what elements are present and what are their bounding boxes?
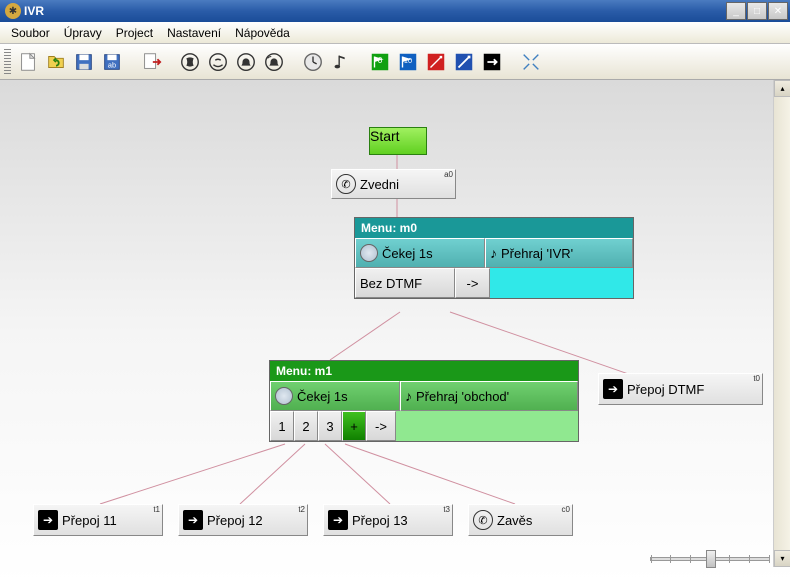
call-ring-icon[interactable]	[204, 48, 232, 76]
minimize-button[interactable]: _	[726, 2, 746, 20]
phone-icon: ✆	[336, 174, 356, 194]
note-icon[interactable]	[327, 48, 355, 76]
arrow-icon: ➔	[603, 379, 623, 399]
crosshair-icon[interactable]	[517, 48, 545, 76]
arrow-icon: ➔	[183, 510, 203, 530]
menu-m1[interactable]: Menu: m1 Čekej 1s ♪ Přehraj 'obchod' 1 2…	[269, 360, 579, 442]
app-icon: ✱	[5, 3, 21, 19]
node-prepoj-13[interactable]: t3 ➔ Přepoj 13	[323, 504, 453, 536]
titlebar: ✱ IVR _ □ ✕	[0, 0, 790, 22]
close-button[interactable]: ✕	[768, 2, 788, 20]
node-start[interactable]: Start	[369, 127, 427, 155]
slider-thumb[interactable]	[706, 550, 716, 568]
menu-m0[interactable]: Menu: m0 Čekej 1s ♪ Přehraj 'IVR' Bez DT…	[354, 217, 634, 299]
clock-icon	[275, 387, 293, 405]
arrow-out-icon[interactable]	[450, 48, 478, 76]
node-corner-label: t2	[298, 505, 305, 514]
app-window: ✱ IVR _ □ ✕ Soubor Úpravy Project Nastav…	[0, 0, 790, 584]
prepoj-11-label: Přepoj 11	[62, 513, 117, 528]
scroll-up-button[interactable]: ▴	[774, 80, 790, 97]
m0-cekej[interactable]: Čekej 1s	[355, 238, 485, 268]
export-icon[interactable]	[137, 48, 165, 76]
note-icon: ♪	[405, 388, 412, 404]
prepoj-dtmf-label: Přepoj DTMF	[627, 382, 704, 397]
m1-opt-arrow[interactable]: ->	[366, 411, 396, 441]
menubar: Soubor Úpravy Project Nastavení Nápověda	[0, 22, 790, 44]
m1-prehraj[interactable]: ♪ Přehraj 'obchod'	[400, 381, 578, 411]
bell-icon[interactable]	[232, 48, 260, 76]
phone-hangup-icon: ✆	[473, 510, 493, 530]
arrow-icon: ➔	[328, 510, 348, 530]
menu-m1-title: Menu: m1	[270, 361, 578, 381]
m1-opt-2[interactable]: 2	[294, 411, 318, 441]
node-prepoj-12[interactable]: t2 ➔ Přepoj 12	[178, 504, 308, 536]
maximize-button[interactable]: □	[747, 2, 767, 20]
toolbar: ab 0 10	[0, 44, 790, 80]
m0-prehraj[interactable]: ♪ Přehraj 'IVR'	[485, 238, 633, 268]
vertical-scrollbar[interactable]: ▴ ▾	[773, 80, 790, 567]
menu-project[interactable]: Project	[109, 23, 160, 43]
menu-nastaveni[interactable]: Nastavení	[160, 23, 228, 43]
clock-icon	[360, 244, 378, 262]
scroll-down-button[interactable]: ▾	[774, 550, 790, 567]
bell-ring-icon[interactable]	[260, 48, 288, 76]
m1-cekej[interactable]: Čekej 1s	[270, 381, 400, 411]
toolbar-grip[interactable]	[4, 49, 11, 75]
new-icon[interactable]	[14, 48, 42, 76]
canvas[interactable]: Start a0 ✆ Zvedni Menu: m0 Čekej 1s ♪ Př…	[0, 80, 790, 584]
m0-fill	[490, 268, 633, 298]
clock-icon[interactable]	[299, 48, 327, 76]
m1-opt-plus[interactable]: +	[342, 411, 366, 441]
m0-bez-dtmf[interactable]: Bez DTMF	[355, 268, 455, 298]
flag-red-icon[interactable]	[422, 48, 450, 76]
node-prepoj-11[interactable]: t1 ➔ Přepoj 11	[33, 504, 163, 536]
node-zvedni[interactable]: a0 ✆ Zvedni	[331, 169, 456, 199]
node-corner-label: t3	[443, 505, 450, 514]
menu-napoveda[interactable]: Nápověda	[228, 23, 297, 43]
menu-m0-title: Menu: m0	[355, 218, 633, 238]
zoom-slider[interactable]	[650, 549, 770, 569]
prepoj-13-label: Přepoj 13	[352, 513, 408, 528]
arrow-right-icon[interactable]	[478, 48, 506, 76]
svg-text:ab: ab	[108, 60, 116, 69]
node-corner-label: t0	[753, 374, 760, 383]
flag-green-icon[interactable]: 0	[366, 48, 394, 76]
m1-opt-3[interactable]: 3	[318, 411, 342, 441]
menu-soubor[interactable]: Soubor	[4, 23, 57, 43]
node-corner-label: c0	[562, 505, 570, 514]
note-icon: ♪	[490, 245, 497, 261]
node-corner-label: a0	[444, 170, 453, 179]
m0-arrow[interactable]: ->	[455, 268, 490, 298]
prepoj-12-label: Přepoj 12	[207, 513, 263, 528]
flag-blue-icon[interactable]: 10	[394, 48, 422, 76]
open-icon[interactable]	[42, 48, 70, 76]
zaves-label: Zavěs	[497, 513, 532, 528]
call-icon[interactable]	[176, 48, 204, 76]
node-corner-label: t1	[153, 505, 160, 514]
node-zaves[interactable]: c0 ✆ Zavěs	[468, 504, 573, 536]
window-title: IVR	[24, 4, 44, 18]
start-label: Start	[370, 128, 400, 144]
menu-upravy[interactable]: Úpravy	[57, 23, 109, 43]
save-as-icon[interactable]: ab	[98, 48, 126, 76]
save-icon[interactable]	[70, 48, 98, 76]
arrow-icon: ➔	[38, 510, 58, 530]
m1-opt-1[interactable]: 1	[270, 411, 294, 441]
m1-fill	[396, 411, 578, 441]
zvedni-label: Zvedni	[360, 177, 399, 192]
node-prepoj-dtmf[interactable]: t0 ➔ Přepoj DTMF	[598, 373, 763, 405]
